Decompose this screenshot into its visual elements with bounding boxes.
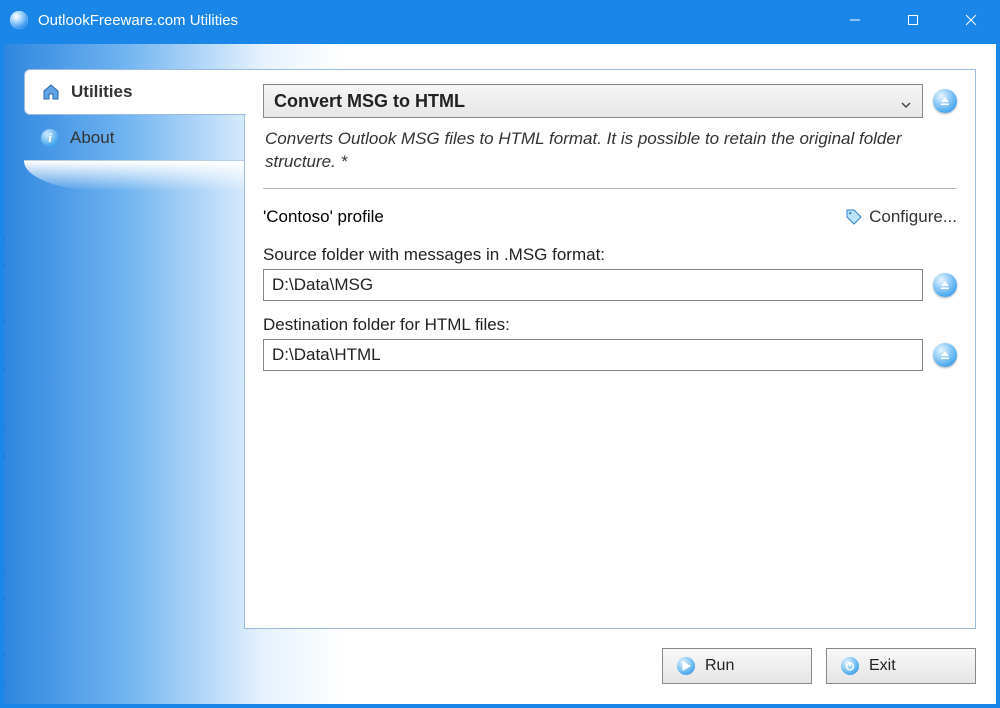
close-button[interactable]: [942, 0, 1000, 40]
utility-select[interactable]: Convert MSG to HTML: [263, 84, 923, 118]
sidebar: Utilities i About: [24, 69, 244, 191]
app-icon: [10, 11, 28, 29]
utility-description: Converts Outlook MSG files to HTML forma…: [263, 122, 957, 189]
exit-label: Exit: [869, 657, 896, 675]
eject-icon: [939, 279, 951, 291]
eject-icon: [939, 95, 951, 107]
maximize-button[interactable]: [884, 0, 942, 40]
destination-folder-input[interactable]: [263, 339, 923, 371]
power-icon: [841, 657, 859, 675]
minimize-button[interactable]: [826, 0, 884, 40]
chevron-down-icon: [900, 95, 912, 107]
destination-folder-group: Destination folder for HTML files:: [263, 315, 957, 371]
main-panel: Convert MSG to HTML Converts Outlook MSG…: [244, 69, 976, 629]
minimize-icon: [849, 14, 861, 26]
source-folder-group: Source folder with messages in .MSG form…: [263, 245, 957, 301]
eject-icon: [939, 349, 951, 361]
browse-source-button[interactable]: [933, 273, 957, 297]
sidebar-item-utilities[interactable]: Utilities: [24, 69, 246, 115]
info-icon: i: [40, 128, 60, 148]
titlebar: OutlookFreeware.com Utilities: [0, 0, 1000, 40]
collapse-panel-button[interactable]: [933, 89, 957, 113]
maximize-icon: [907, 14, 919, 26]
sidebar-item-label: About: [70, 128, 114, 148]
bottom-bar: Run Exit: [662, 648, 976, 684]
browse-destination-button[interactable]: [933, 343, 957, 367]
source-folder-input[interactable]: [263, 269, 923, 301]
exit-button[interactable]: Exit: [826, 648, 976, 684]
utility-name: Convert MSG to HTML: [274, 91, 465, 112]
configure-label: Configure...: [869, 207, 957, 227]
window-title: OutlookFreeware.com Utilities: [38, 12, 238, 29]
profile-label: 'Contoso' profile: [263, 207, 384, 227]
configure-link[interactable]: Configure...: [845, 207, 957, 227]
tag-icon: [845, 208, 863, 226]
home-icon: [41, 82, 61, 102]
run-button[interactable]: Run: [662, 648, 812, 684]
close-icon: [965, 14, 977, 26]
destination-folder-label: Destination folder for HTML files:: [263, 315, 957, 335]
sidebar-item-label: Utilities: [71, 82, 132, 102]
play-icon: [677, 657, 695, 675]
watermark: Outlook Freeware .com: [4, 184, 16, 704]
source-folder-label: Source folder with messages in .MSG form…: [263, 245, 957, 265]
run-label: Run: [705, 657, 734, 675]
sidebar-item-about[interactable]: i About: [24, 115, 244, 161]
client-area: Outlook Freeware .com Utilities i About: [4, 44, 996, 704]
